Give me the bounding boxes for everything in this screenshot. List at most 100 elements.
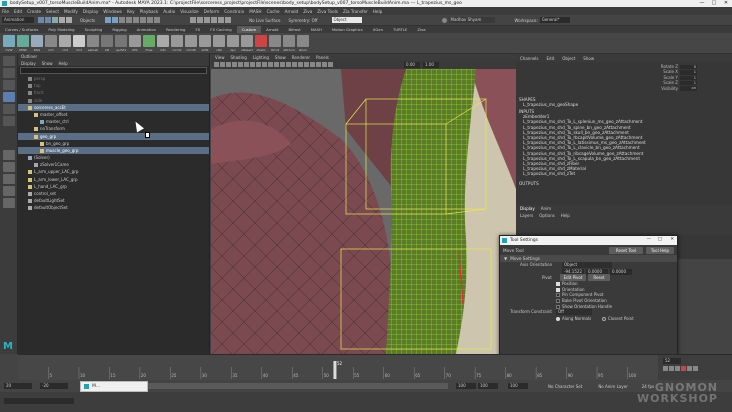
channel-attribute-value[interactable]: 1 [680, 70, 697, 75]
menu-arnold[interactable]: Arnold [285, 9, 299, 14]
playback-start-field[interactable]: -20 [40, 383, 68, 389]
step-back-button[interactable] [669, 366, 674, 371]
menu-edit[interactable]: Edit [14, 9, 22, 14]
closest-point-radio[interactable] [602, 316, 606, 321]
help-menu[interactable]: Help [561, 213, 570, 218]
range-start-field[interactable]: 20 [4, 383, 32, 389]
shelf-button-pmw[interactable]: PMW [16, 34, 30, 52]
outliner-item[interactable]: persp [18, 75, 209, 82]
time-slider[interactable]: 5 10 15 20 25 30 35 40 45 50 55 60 65 70 75 80 85 90 95 100… [18, 354, 732, 381]
menu-zia-transfer[interactable]: Zia Transfer [343, 9, 368, 14]
outliner-item[interactable]: muscle_geo_grp [18, 146, 209, 155]
shelf-button-cmt[interactable]: cmt [58, 34, 72, 52]
channel-attribute-value[interactable]: 1 [680, 80, 697, 86]
dialog-minimize-button[interactable]: — [647, 237, 651, 242]
outliner-search-input[interactable] [20, 67, 207, 74]
outliner-item[interactable]: top [18, 82, 209, 89]
objects-mode-label[interactable]: Objects [80, 18, 95, 23]
pivot-option-checkbox[interactable] [556, 282, 560, 287]
viewport-menu-show[interactable]: Show [275, 55, 286, 60]
menu-file[interactable]: File [2, 9, 9, 14]
menu-key[interactable]: Key [127, 9, 135, 14]
shelf-button-mrms[interactable]: mrmS [170, 34, 184, 52]
outliner-item[interactable]: (Solver) [18, 154, 209, 161]
menu-set-dropdown[interactable]: Animation [2, 17, 34, 23]
outliner-item[interactable]: noTransform [18, 125, 209, 132]
shelf-button-mtn[interactable]: mtn [156, 34, 170, 52]
menu-deform[interactable]: Deform [204, 9, 220, 14]
paint-select-tool-icon[interactable] [3, 80, 15, 90]
playback-end-field[interactable]: 100 [456, 383, 476, 389]
shelf-button-mrt[interactable]: mrt [44, 34, 58, 52]
menu-windows[interactable]: Windows [103, 9, 122, 14]
graph-layout-icon[interactable] [3, 186, 15, 196]
menu-help[interactable]: Help [373, 9, 383, 14]
shelf-tab-mash[interactable]: MASH [306, 26, 327, 33]
shelf-button-rmd[interactable]: rmd [72, 34, 86, 52]
shelf-tab-rendering[interactable]: Rendering [161, 26, 190, 33]
outliner-item[interactable]: defaultObjectSet [18, 204, 209, 211]
shelf-tab-poly-modeling[interactable]: Poly Modeling [43, 26, 79, 33]
outliner-item[interactable]: defaultLightSet [18, 197, 209, 204]
viewport-menu-shading[interactable]: Shading [231, 55, 247, 60]
lasso-tool-icon[interactable] [3, 68, 15, 78]
axis-orientation-dropdown[interactable]: Object [562, 262, 612, 269]
anim-layer-label[interactable]: No Anim Layer [598, 384, 627, 389]
four-pane-layout-icon[interactable] [3, 162, 15, 172]
taskbar-maya-button[interactable]: M... [80, 381, 148, 392]
channel-attribute-row[interactable]: Visibility on [652, 86, 732, 91]
channel-box-menu-channels[interactable]: Channels [520, 56, 539, 61]
coord-z-field[interactable]: 0.0000 [610, 268, 632, 275]
shelf-button-cb[interactable]: CB [100, 34, 114, 52]
tab-display-layers[interactable]: Display [520, 206, 535, 211]
shelf-tab-animation[interactable]: Animation [132, 26, 161, 33]
shelf-tab-xgen[interactable]: XGen [368, 26, 388, 33]
shelf-tab-rigging[interactable]: Rigging [107, 26, 131, 33]
shelf-tab-custom[interactable]: Custom [236, 26, 262, 33]
viewport-readout-2[interactable]: 1.00 [423, 61, 439, 68]
shelf-tab-sculpting[interactable]: Sculpting [80, 26, 108, 33]
pivot-reset-button[interactable]: Reset [588, 274, 610, 282]
shelf-tab-ziva[interactable]: Ziva [412, 26, 430, 33]
pivot-option-checkbox[interactable] [556, 304, 560, 309]
menu-select[interactable]: Select [46, 9, 59, 14]
along-normals-radio[interactable] [556, 316, 560, 321]
animation-end-field[interactable]: 100 [508, 383, 528, 389]
shelf-button-cvw[interactable]: CVW [2, 34, 16, 52]
rotate-tool-icon[interactable] [3, 104, 15, 114]
pivot-option-checkbox[interactable] [556, 298, 560, 303]
close-button[interactable]: ✕ [720, 0, 732, 6]
select-tool-icon[interactable] [3, 56, 15, 66]
outliner-item[interactable]: L_arm_lower_LAC_grp [18, 176, 209, 183]
menu-playback[interactable]: Playback [140, 9, 159, 14]
shelf-button-ofseto[interactable]: ofseto [254, 34, 268, 52]
shelf-tab-curves-surfaces[interactable]: Curves / Surfaces [0, 26, 43, 33]
move-settings-section[interactable]: ▼ Move Settings [500, 255, 677, 262]
outliner-item[interactable]: side [18, 97, 209, 104]
maximize-button[interactable]: □ [708, 0, 720, 6]
layers-menu[interactable]: Layers [520, 213, 533, 218]
scale-tool-icon[interactable] [3, 116, 15, 126]
pivot-option-checkbox[interactable] [556, 287, 560, 292]
shelf-tab-fx-caching[interactable]: FX Caching [205, 26, 236, 33]
shelf-tab-bifrost[interactable]: Bifrost [283, 26, 305, 33]
range-bar-track[interactable] [148, 383, 448, 389]
play-back-button[interactable] [675, 366, 680, 371]
viewport-readout-1[interactable]: 0.00 [404, 61, 420, 68]
outliner-menu-show[interactable]: Show [42, 61, 53, 66]
menu-create[interactable]: Create [27, 9, 41, 14]
go-to-end-button[interactable] [693, 366, 698, 371]
channel-box-menu-object[interactable]: Object [562, 56, 575, 61]
outliner-item[interactable]: front [18, 89, 209, 96]
shelf-button-sivn[interactable]: sIVN [198, 34, 212, 52]
menu-mash[interactable]: MASH [249, 9, 261, 14]
current-frame-field[interactable]: 52 [663, 358, 681, 364]
menu-ziva[interactable]: Ziva [303, 9, 312, 14]
shelf-button-kfa[interactable]: KFA [128, 34, 142, 52]
user-account-dropdown[interactable]: Madhav Shyam [448, 17, 495, 23]
workspace-dropdown[interactable]: General* [539, 17, 570, 23]
shape-node[interactable]: L_trapezius_ms_geoShape [516, 102, 732, 107]
shelf-button-zpv[interactable]: zpv [226, 34, 240, 52]
object-search-field[interactable]: Object [331, 17, 362, 23]
channel-box-menu-edit[interactable]: Edit [547, 56, 555, 61]
